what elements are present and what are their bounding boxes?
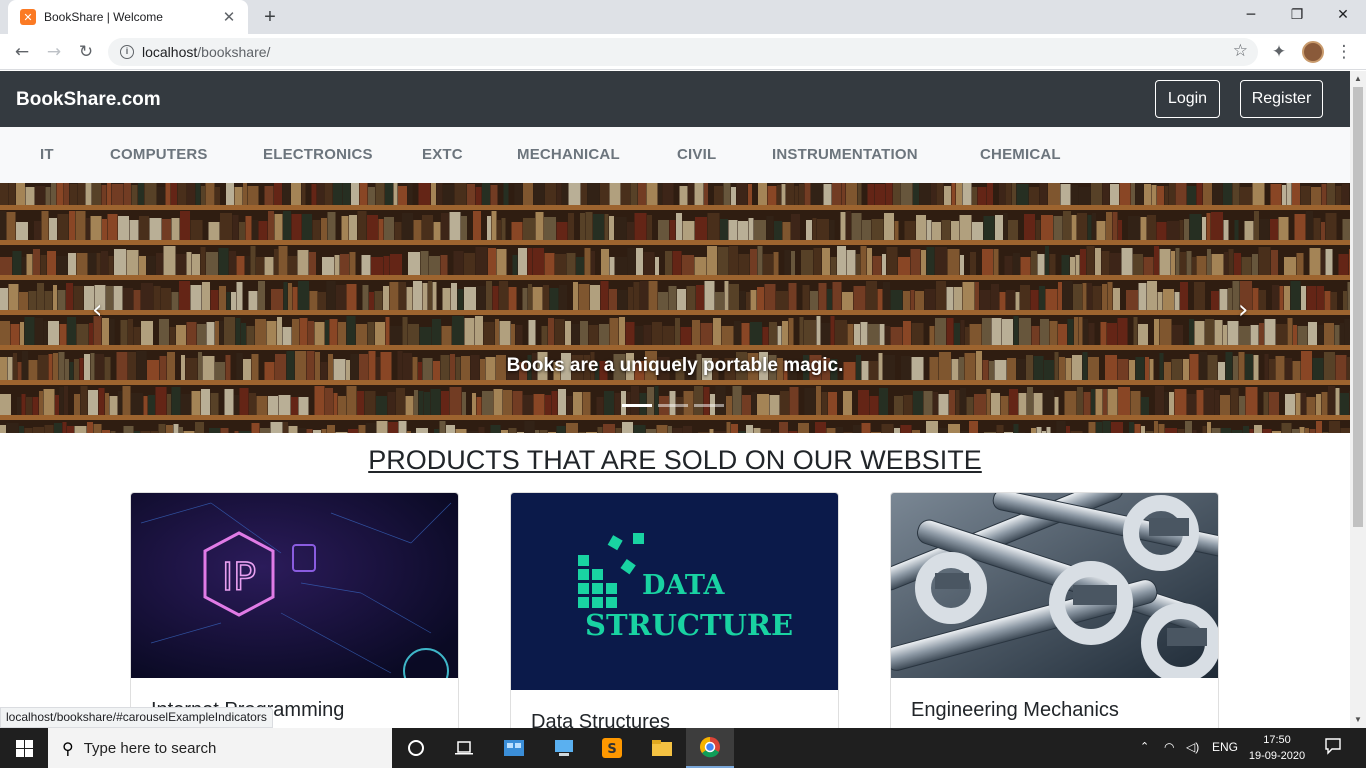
close-tab-icon[interactable]: ✕ <box>220 8 238 26</box>
svg-text:IP: IP <box>222 555 256 599</box>
category-bar: IT COMPUTERS ELECTRONICS EXTC MECHANICAL… <box>0 127 1350 183</box>
url-host: localhost <box>142 44 198 60</box>
svg-text:STRUCTURE: STRUCTURE <box>585 608 793 642</box>
product-card-ip[interactable]: IP Internet Programming <box>130 492 459 728</box>
svg-text:DATA: DATA <box>642 570 726 601</box>
link-status-bar: localhost/bookshare/#carouselExampleIndi… <box>0 707 273 728</box>
this-pc-icon[interactable] <box>540 728 588 768</box>
browser-toolbar: ← → ↻ i localhost/bookshare/ ☆ ✦ ⋮ <box>0 34 1366 70</box>
login-button[interactable]: Login <box>1155 80 1220 118</box>
site-brand[interactable]: BookShare.com <box>16 89 161 111</box>
windows-taskbar: ⚲ Type here to search S ⌃ ◠ ◁) ENG 17:50 <box>0 728 1366 768</box>
xampp-favicon-icon: ✕ <box>20 9 36 25</box>
extensions-icon[interactable]: ✦ <box>1267 40 1291 64</box>
wifi-icon[interactable]: ◠ <box>1164 740 1174 754</box>
site-info-icon[interactable]: i <box>120 45 134 59</box>
browser-tab-strip: ✕ BookShare | Welcome ✕ + ─ ❐ ✕ <box>0 0 1366 34</box>
chrome-menu-icon[interactable]: ⋮ <box>1332 40 1356 64</box>
scroll-down-icon[interactable]: ▼ <box>1350 712 1366 728</box>
category-extc[interactable]: EXTC <box>422 146 463 163</box>
minimize-icon[interactable]: ─ <box>1228 0 1274 30</box>
category-chemical[interactable]: CHEMICAL <box>980 146 1061 163</box>
notifications-icon[interactable] <box>1324 737 1342 758</box>
profile-avatar[interactable] <box>1302 41 1324 63</box>
system-clock[interactable]: 17:50 19-09-2020 <box>1248 732 1306 764</box>
close-window-icon[interactable]: ✕ <box>1320 0 1366 30</box>
new-tab-icon[interactable]: + <box>258 5 282 29</box>
volume-icon[interactable]: ◁) <box>1186 740 1199 754</box>
carousel-caption: Books are a uniquely portable magic. <box>506 355 844 376</box>
carousel-indicator[interactable] <box>658 404 688 407</box>
carousel-indicator[interactable] <box>622 404 652 407</box>
carousel-prev-icon[interactable]: ‹ <box>92 295 102 325</box>
card-title[interactable]: Engineering Mechanics <box>911 699 1119 722</box>
browser-tab[interactable]: ✕ BookShare | Welcome ✕ <box>8 0 248 34</box>
chrome-taskbar-icon[interactable] <box>686 728 734 768</box>
scrollbar-thumb[interactable] <box>1353 87 1363 527</box>
tab-title: BookShare | Welcome <box>44 10 163 24</box>
site-navbar: BookShare.com Login Register <box>0 71 1350 127</box>
url-path: /bookshare/ <box>197 44 271 60</box>
internet-programming-image: IP <box>131 493 458 694</box>
clock-date: 19-09-2020 <box>1248 750 1306 762</box>
clock-time: 17:50 <box>1263 734 1291 746</box>
svg-text:S: S <box>607 742 616 757</box>
category-instrumentation[interactable]: INSTRUMENTATION <box>772 146 918 163</box>
restore-icon[interactable]: ❐ <box>1274 0 1320 30</box>
category-civil[interactable]: CIVIL <box>677 146 716 163</box>
task-view-icon[interactable] <box>440 728 488 768</box>
control-panel-icon[interactable] <box>490 728 538 768</box>
scroll-up-icon[interactable]: ▲ <box>1350 71 1366 87</box>
product-card-em[interactable]: Engineering Mechanics <box>890 492 1219 728</box>
category-it[interactable]: IT <box>40 146 54 163</box>
category-electronics[interactable]: ELECTRONICS <box>263 146 373 163</box>
bookshelf-image <box>0 183 1350 433</box>
web-page: BookShare.com Login Register IT COMPUTER… <box>0 71 1350 728</box>
forward-icon[interactable]: → <box>42 40 66 64</box>
file-explorer-icon[interactable] <box>638 728 686 768</box>
sublime-text-icon[interactable]: S <box>588 728 636 768</box>
carousel-indicator[interactable] <box>694 404 724 407</box>
image-shade <box>0 183 1350 433</box>
data-structure-image: DATA STRUCTURE <box>511 493 838 690</box>
category-computers[interactable]: COMPUTERS <box>110 146 208 163</box>
wrenches-image <box>891 493 1218 683</box>
carousel-next-icon[interactable]: › <box>1238 295 1248 325</box>
windows-logo-icon <box>15 739 33 757</box>
page-scrollbar[interactable]: ▲ ▼ <box>1350 71 1366 728</box>
start-button[interactable] <box>0 728 48 768</box>
cortana-icon[interactable] <box>392 728 440 768</box>
taskbar-search[interactable]: ⚲ Type here to search <box>48 728 392 768</box>
language-indicator[interactable]: ENG <box>1212 740 1238 754</box>
category-mechanical[interactable]: MECHANICAL <box>517 146 620 163</box>
reload-icon[interactable]: ↻ <box>74 40 98 64</box>
product-card-ds[interactable]: DATA STRUCTURE Data Structures <box>510 492 839 728</box>
search-placeholder: Type here to search <box>83 739 217 757</box>
register-button[interactable]: Register <box>1240 80 1323 118</box>
back-icon[interactable]: ← <box>10 40 34 64</box>
bookmark-star-icon[interactable]: ☆ <box>1233 41 1248 61</box>
card-title[interactable]: Data Structures <box>531 711 670 728</box>
hero-carousel: Books are a uniquely portable magic. ‹ › <box>0 183 1350 433</box>
search-icon: ⚲ <box>62 738 74 758</box>
show-hidden-icons-icon[interactable]: ⌃ <box>1140 740 1149 753</box>
section-heading: PRODUCTS THAT ARE SOLD ON OUR WEBSITE <box>368 445 982 475</box>
address-bar[interactable]: i localhost/bookshare/ ☆ <box>108 38 1258 66</box>
carousel-indicators <box>622 404 724 407</box>
